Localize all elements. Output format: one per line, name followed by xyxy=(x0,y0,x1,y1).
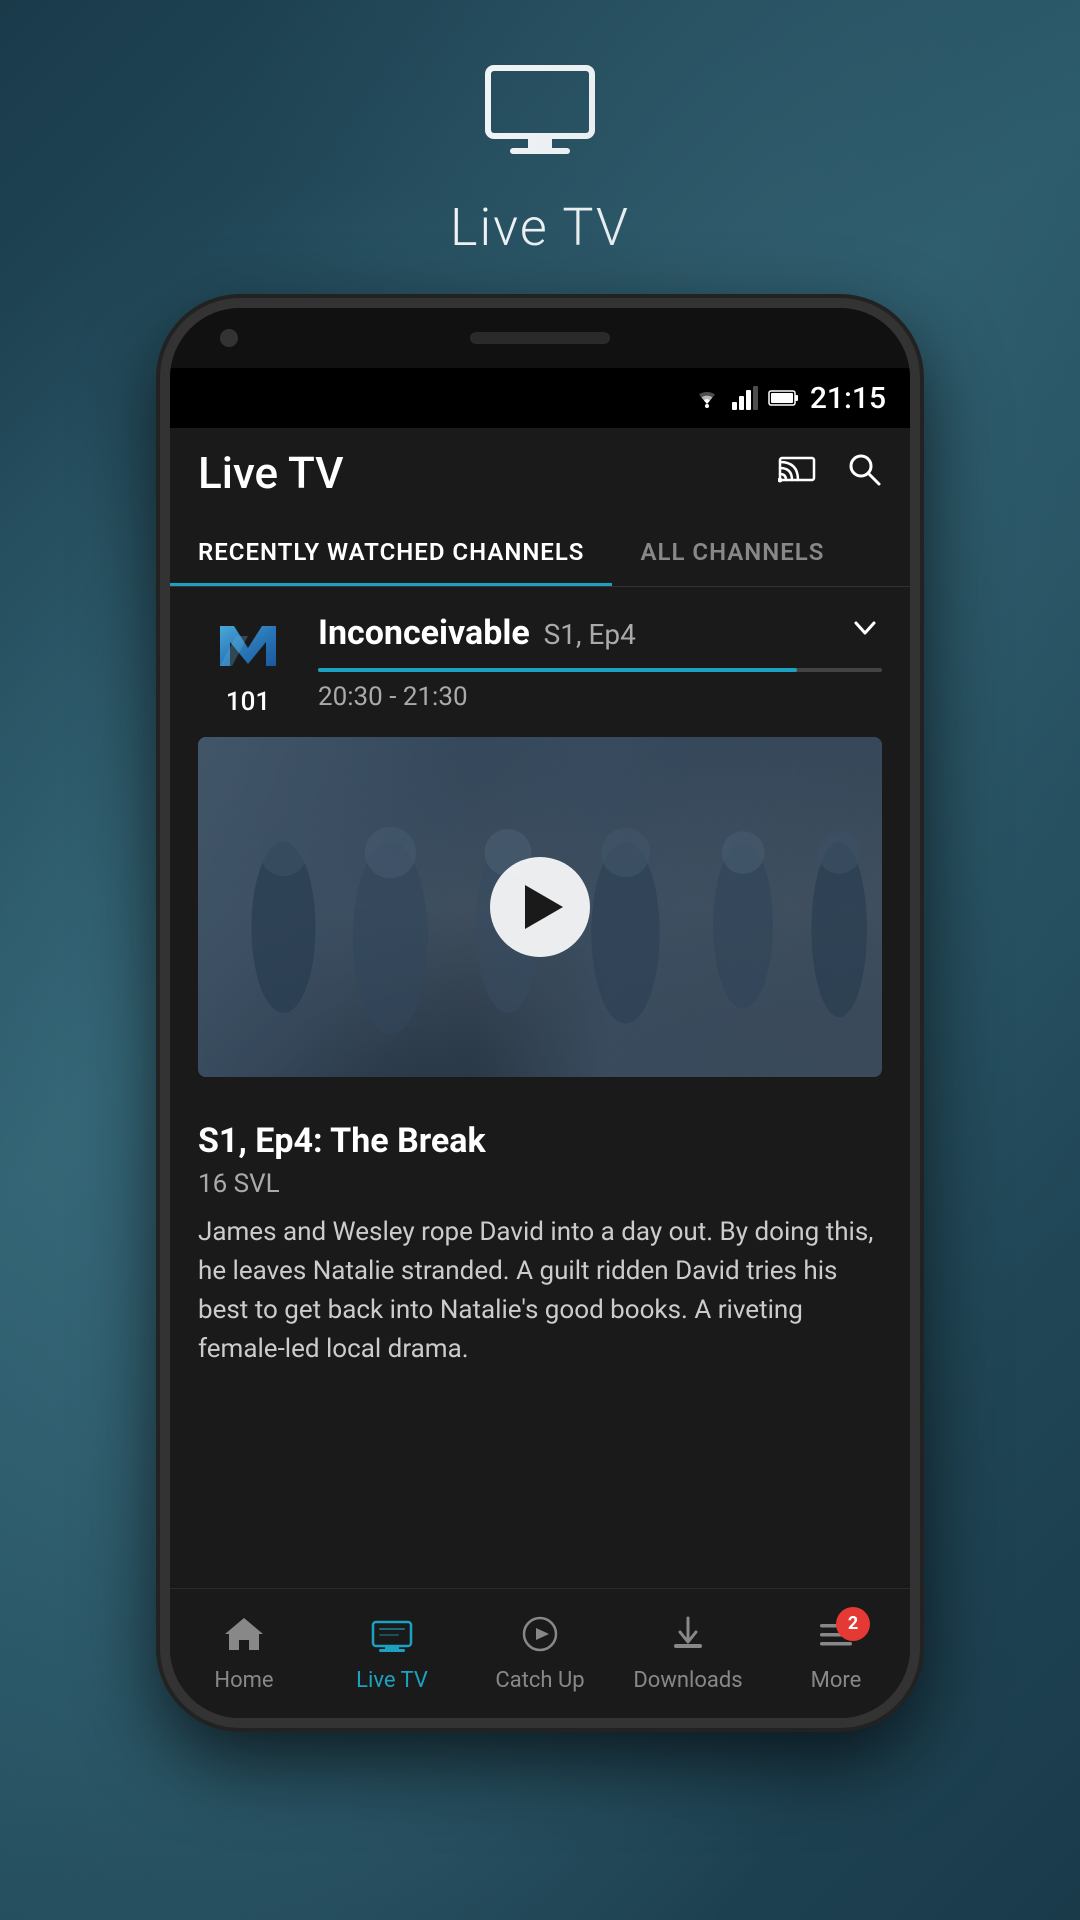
app-title: Live TV xyxy=(450,197,630,258)
nav-item-catch-up[interactable]: Catch Up xyxy=(466,1589,614,1718)
show-info: Inconceivable S1, Ep4 xyxy=(318,611,882,712)
more-badge-wrapper: 2 xyxy=(816,1615,856,1662)
live-tv-icon xyxy=(371,1615,413,1662)
nav-item-more[interactable]: 2 More xyxy=(762,1589,910,1718)
app-bar-actions xyxy=(778,451,882,496)
m-logo-icon xyxy=(212,616,284,676)
progress-fill xyxy=(318,668,797,672)
app-bar-title: Live TV xyxy=(198,447,344,499)
channel-logo xyxy=(208,611,288,681)
nav-label-live-tv: Live TV xyxy=(356,1668,428,1693)
channel-card: 101 Inconceivable S1, Ep4 xyxy=(170,587,910,1101)
phone-top-bar xyxy=(170,308,910,368)
app-bar: Live TV xyxy=(170,428,910,518)
nav-label-downloads: Downloads xyxy=(633,1668,742,1693)
phone-frame: 21:15 Live TV xyxy=(160,298,920,1728)
episode-info: S1, Ep4: The Break 16 SVL James and Wesl… xyxy=(170,1101,910,1379)
progress-bar xyxy=(318,668,882,672)
channel-number: 101 xyxy=(226,687,270,717)
signal-icon xyxy=(732,386,758,410)
wifi-icon xyxy=(692,386,722,410)
channel-header: 101 Inconceivable S1, Ep4 xyxy=(198,611,882,717)
expand-button[interactable] xyxy=(848,611,882,654)
episode-rating: 16 SVL xyxy=(198,1169,882,1199)
phone-camera xyxy=(220,329,238,347)
nav-label-more: More xyxy=(811,1668,862,1693)
screen: 21:15 Live TV xyxy=(170,368,910,1718)
play-button[interactable] xyxy=(490,857,590,957)
play-icon xyxy=(525,885,563,929)
search-button[interactable] xyxy=(846,451,882,496)
show-title-row: Inconceivable S1, Ep4 xyxy=(318,611,882,654)
nav-item-live-tv[interactable]: Live TV xyxy=(318,1589,466,1718)
app-tv-icon xyxy=(480,60,600,177)
status-bar: 21:15 xyxy=(170,368,910,428)
thumbnail-image xyxy=(198,737,882,1077)
nav-label-catch-up: Catch Up xyxy=(495,1668,584,1693)
content-area: 101 Inconceivable S1, Ep4 xyxy=(170,587,910,1588)
channel-logo-area: 101 xyxy=(198,611,298,717)
downloads-icon xyxy=(670,1614,706,1662)
more-badge: 2 xyxy=(836,1607,870,1641)
catch-up-icon xyxy=(522,1615,558,1662)
phone-speaker xyxy=(470,332,610,344)
show-title: Inconceivable xyxy=(318,613,530,653)
nav-label-home: Home xyxy=(214,1668,273,1693)
status-time: 21:15 xyxy=(810,381,886,416)
battery-icon xyxy=(768,389,800,407)
episode-title: S1, Ep4: The Break xyxy=(198,1121,882,1161)
status-icons: 21:15 xyxy=(692,381,886,416)
tab-all-channels[interactable]: ALL CHANNELS xyxy=(612,518,852,586)
nav-item-downloads[interactable]: Downloads xyxy=(614,1589,762,1718)
tabs-container: RECENTLY WATCHED CHANNELS ALL CHANNELS xyxy=(170,518,910,587)
tab-recently-watched[interactable]: RECENTLY WATCHED CHANNELS xyxy=(170,518,612,586)
home-icon xyxy=(223,1614,265,1662)
cast-button[interactable] xyxy=(778,452,816,495)
app-header: Live TV xyxy=(0,0,1080,298)
bottom-nav: Home Live TV xyxy=(170,1588,910,1718)
nav-item-home[interactable]: Home xyxy=(170,1589,318,1718)
show-title-wrapper: Inconceivable S1, Ep4 xyxy=(318,613,636,653)
episode-description: James and Wesley rope David into a day o… xyxy=(198,1213,882,1369)
show-time: 20:30 - 21:30 xyxy=(318,682,882,712)
show-episode: S1, Ep4 xyxy=(544,618,636,651)
thumbnail-container[interactable] xyxy=(198,737,882,1077)
